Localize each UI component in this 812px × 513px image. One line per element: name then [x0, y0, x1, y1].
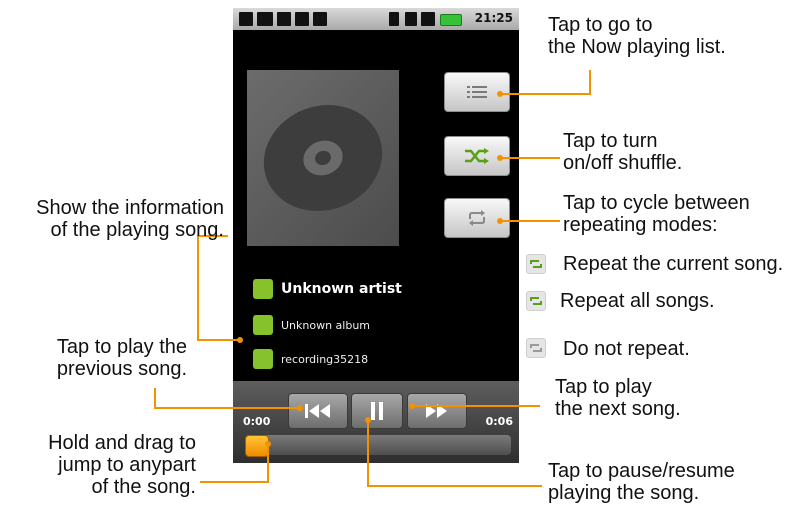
callout-song-info: Show the information of the playing song…	[36, 197, 224, 241]
legend-repeat-current: Repeat the current song.	[563, 253, 784, 275]
repeat-all-icon	[526, 291, 546, 311]
callout-next: Tap to play the next song.	[555, 376, 681, 420]
legend-repeat-all: Repeat all songs.	[560, 290, 715, 312]
callout-repeat: Tap to cycle between repeating modes:	[563, 192, 750, 236]
callout-previous: Tap to play the previous song.	[56, 336, 187, 380]
repeat-current-icon	[526, 254, 546, 274]
callout-seek: Hold and drag to jump to anypart of the …	[48, 432, 196, 498]
no-repeat-icon	[526, 338, 546, 358]
callout-now-playing: Tap to go to the Now playing list.	[548, 14, 726, 58]
callout-pause: Tap to pause/resume playing the song.	[548, 460, 735, 504]
callout-shuffle: Tap to turn on/off shuffle.	[563, 130, 683, 174]
legend-no-repeat: Do not repeat.	[563, 338, 690, 360]
